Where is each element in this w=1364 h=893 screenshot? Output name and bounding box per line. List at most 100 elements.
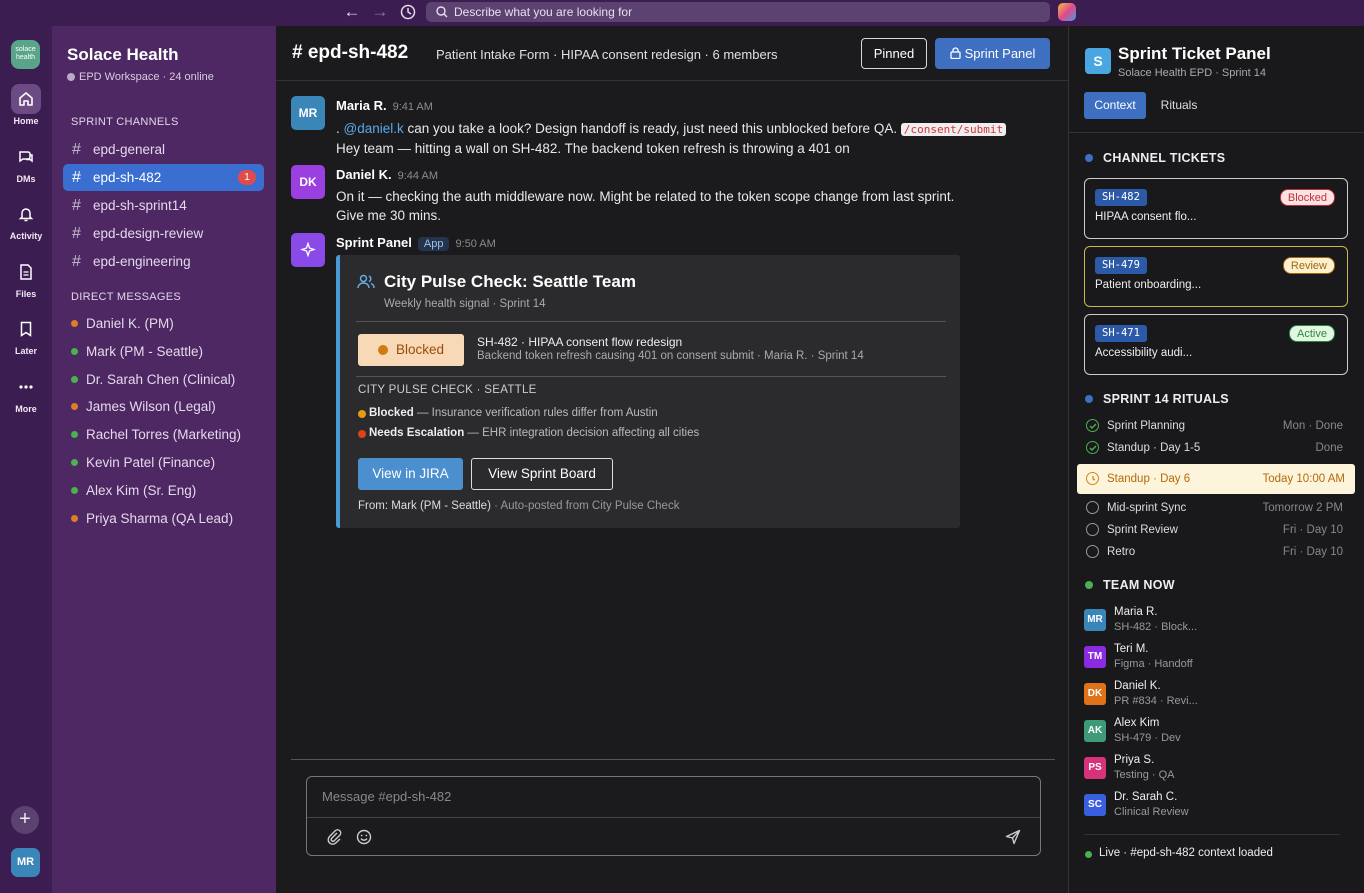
message-time: 9:41 AM [392, 101, 433, 113]
message-text: Give me 30 mins. [336, 208, 442, 223]
ticket-title: Patient onboarding... [1095, 279, 1202, 291]
message-area: # epd-sh-482 Patient Intake Form · HIPAA… [276, 26, 1068, 893]
dm-item[interactable]: Priya Sharma (QA Lead) [71, 510, 233, 528]
avatar[interactable]: MR [291, 96, 325, 130]
message-composer[interactable]: Message #epd-sh-482 [306, 776, 1041, 856]
member-status: Clinical Review [1114, 806, 1189, 818]
ritual-item[interactable]: Standup · Day 1-5 Done [1085, 437, 1347, 459]
member-name: Daniel K. [1114, 680, 1161, 692]
dm-item[interactable]: Kevin Patel (Finance) [71, 454, 215, 472]
rail-files[interactable]: Files [0, 257, 52, 299]
dm-item[interactable]: Alex Kim (Sr. Eng) [71, 482, 196, 500]
channel-item-epd-engineering[interactable]: # epd-engineering [63, 248, 264, 275]
team-member[interactable]: DK Daniel K. PR #834 · Revi... [1084, 680, 1344, 712]
bell-icon [11, 199, 41, 229]
rail-more[interactable]: More [0, 372, 52, 414]
search-icon [436, 6, 448, 18]
ticket-card[interactable]: SH-479 Review Patient onboarding... [1084, 246, 1348, 307]
hash-icon: # [72, 225, 81, 242]
user-profile-avatar[interactable] [1058, 3, 1076, 21]
team-member[interactable]: PS Priya S. Testing · QA [1084, 754, 1344, 786]
ritual-item[interactable]: Sprint Planning Mon · Done [1085, 415, 1347, 437]
presence-dot-icon [71, 431, 78, 439]
workspace-name[interactable]: Solace Health [67, 45, 179, 65]
tab-rituals[interactable]: Rituals [1154, 92, 1204, 119]
dm-item[interactable]: James Wilson (Legal) [71, 398, 216, 416]
pulse-item: Needs Escalation — EHR integration decis… [358, 427, 699, 439]
add-workspace-button[interactable]: + [11, 806, 39, 834]
card-subtitle: Weekly health signal · Sprint 14 [384, 298, 546, 310]
dm-item[interactable]: Mark (PM - Seattle) [71, 343, 203, 361]
view-in-jira-button[interactable]: View in JIRA [358, 458, 463, 490]
channel-title[interactable]: # epd-sh-482 [292, 42, 408, 64]
avatar: TM [1084, 646, 1106, 668]
avatar[interactable]: DK [291, 165, 325, 199]
status-dot-icon [378, 345, 388, 355]
ticket-title: Accessibility audi... [1095, 347, 1193, 359]
team-member[interactable]: SC Dr. Sarah C. Clinical Review [1084, 791, 1344, 823]
divider [356, 321, 946, 322]
ticket-card[interactable]: SH-482 Blocked HIPAA consent flo... [1084, 178, 1348, 239]
message-text: On it — checking the auth middleware now… [336, 189, 955, 204]
tickets-section-title: CHANNEL TICKETS [1085, 151, 1225, 165]
send-icon[interactable] [1004, 828, 1022, 846]
message-time: 9:44 AM [397, 170, 438, 182]
team-member[interactable]: TM Teri M. Figma · Handoff [1084, 643, 1344, 675]
rail-later[interactable]: Later [0, 314, 52, 356]
back-arrow-icon[interactable]: ← [341, 2, 363, 22]
history-icon[interactable] [397, 2, 419, 22]
live-status: Live · #epd-sh-482 context loaded [1085, 847, 1273, 859]
member-status: Figma · Handoff [1114, 658, 1193, 670]
member-name: Priya S. [1114, 754, 1155, 766]
presence-dot-icon [71, 403, 78, 411]
ritual-item[interactable]: Mid-sprint Sync Tomorrow 2 PM [1085, 497, 1347, 519]
message-author[interactable]: Sprint Panel App 9:50 AM [336, 235, 496, 251]
channel-item-epd-design-review[interactable]: # epd-design-review [63, 220, 264, 247]
avatar: DK [1084, 683, 1106, 705]
rail-activity[interactable]: Activity [0, 199, 52, 241]
clock-icon [1086, 472, 1099, 485]
emoji-icon[interactable] [355, 828, 373, 846]
rail-home[interactable]: Home [0, 84, 52, 126]
message-author[interactable]: Maria R. 9:41 AM [336, 98, 433, 113]
pinned-button[interactable]: Pinned [861, 38, 927, 69]
message-text: Hey team — hitting a wall on SH-482. The… [336, 141, 850, 156]
app-avatar[interactable] [291, 233, 325, 267]
message-author[interactable]: Daniel K. 9:44 AM [336, 167, 438, 182]
dm-item[interactable]: Rachel Torres (Marketing) [71, 426, 241, 444]
channels-section-title[interactable]: SPRINT CHANNELS [71, 116, 179, 128]
paperclip-icon[interactable] [325, 828, 343, 846]
team-member[interactable]: AK Alex Kim SH-479 · Dev [1084, 717, 1344, 749]
app-rail: solace health Home DMs Activity Files La… [0, 26, 52, 893]
section-dot-icon [1085, 395, 1093, 403]
channel-item-epd-general[interactable]: # epd-general [63, 136, 264, 163]
channel-item-epd-sh-482[interactable]: # epd-sh-482 1 [63, 164, 264, 191]
panel-title: Sprint Ticket Panel [1118, 44, 1271, 63]
ritual-item[interactable]: Sprint Review Fri · Day 10 [1085, 519, 1347, 541]
pulse-item: Blocked — Insurance verification rules d… [358, 407, 658, 419]
my-avatar[interactable]: MR [11, 848, 40, 877]
section-dot-icon [1085, 581, 1093, 589]
unread-badge: 1 [238, 170, 256, 185]
team-member[interactable]: MR Maria R. SH-482 · Block... [1084, 606, 1344, 638]
member-status: Testing · QA [1114, 769, 1175, 781]
divider [1069, 132, 1364, 133]
message-input[interactable]: Message #epd-sh-482 [322, 789, 451, 804]
rail-dms[interactable]: DMs [0, 142, 52, 184]
dms-section-title[interactable]: DIRECT MESSAGES [71, 291, 181, 303]
sprint-panel-button[interactable]: Sprint Panel [935, 38, 1050, 69]
user-mention[interactable]: @daniel.k [344, 121, 404, 136]
channel-item-epd-sh-sprint14[interactable]: # epd-sh-sprint14 [63, 192, 264, 219]
search-input[interactable]: Describe what you are looking for [426, 2, 1050, 22]
view-sprint-board-button[interactable]: View Sprint Board [471, 458, 613, 490]
ritual-item[interactable]: Standup · Day 6 Today 10:00 AM [1077, 464, 1355, 494]
tab-context[interactable]: Context [1084, 92, 1146, 119]
ticket-card[interactable]: SH-471 Active Accessibility audi... [1084, 314, 1348, 375]
workspace-logo[interactable]: solace health [11, 40, 40, 69]
dm-item[interactable]: Daniel K. (PM) [71, 315, 174, 333]
forward-arrow-icon[interactable]: → [369, 2, 391, 22]
dm-item[interactable]: Dr. Sarah Chen (Clinical) [71, 371, 235, 389]
ritual-item[interactable]: Retro Fri · Day 10 [1085, 541, 1347, 563]
divider [1084, 834, 1340, 835]
check-circle-icon [1086, 419, 1099, 432]
